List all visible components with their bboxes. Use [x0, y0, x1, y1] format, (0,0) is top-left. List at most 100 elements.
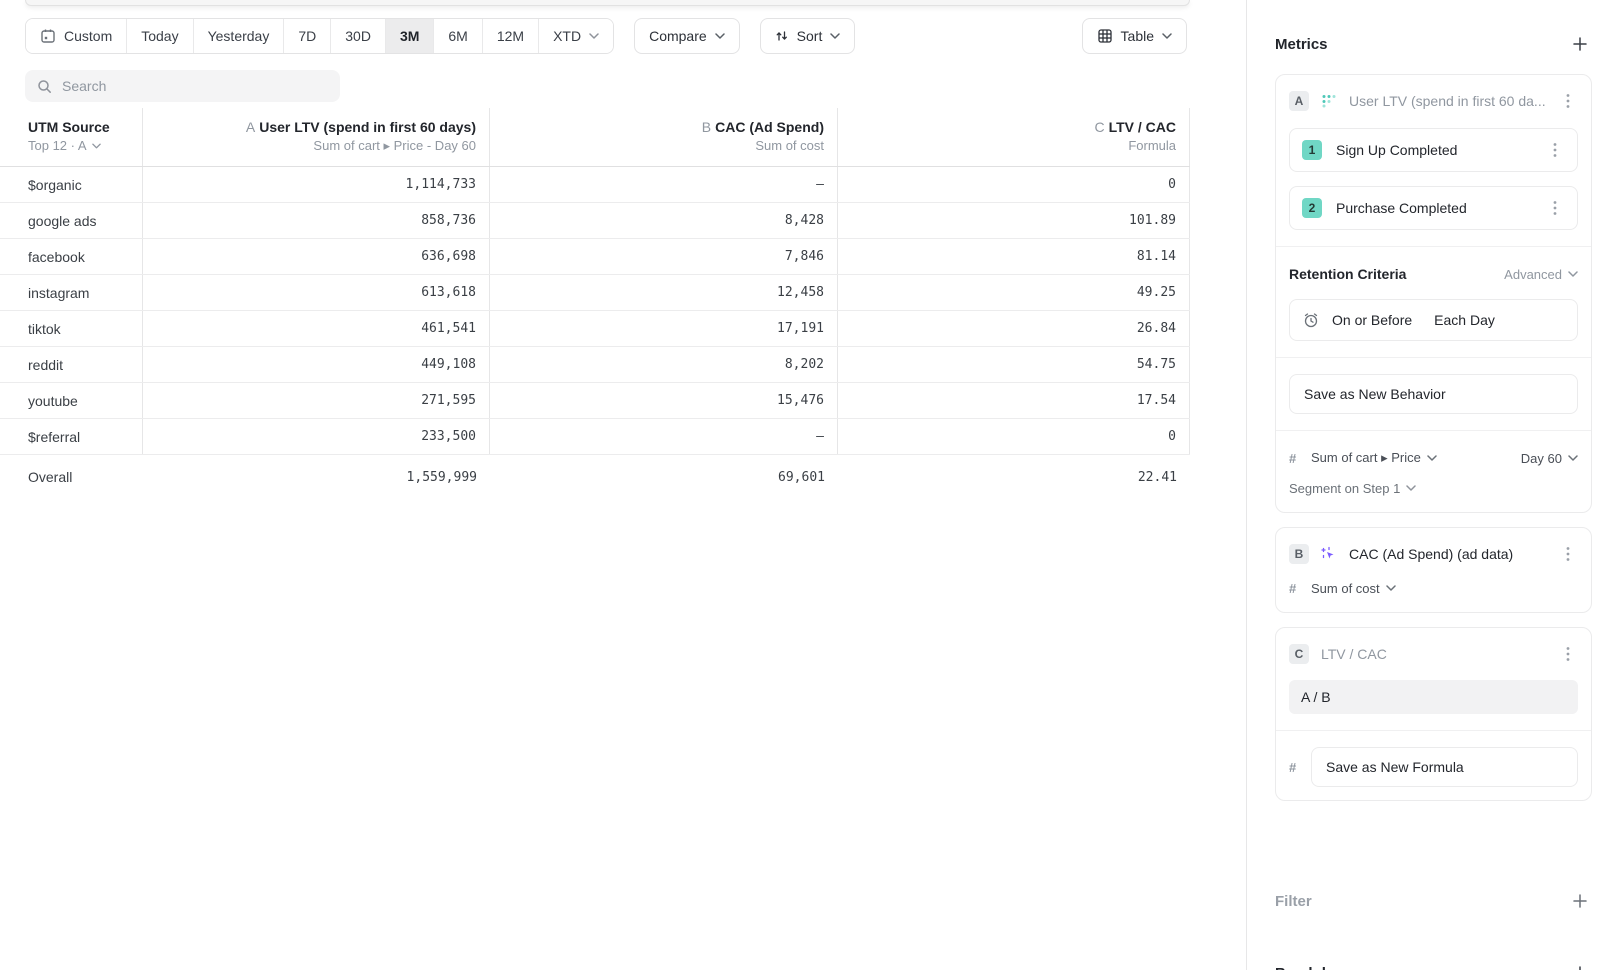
overall-cac: 69,601 — [490, 455, 838, 499]
event-step-1[interactable]: 1 Sign Up Completed — [1289, 128, 1578, 172]
column-subtitle: Formula — [1128, 138, 1176, 153]
date-range-30d[interactable]: 30D — [331, 19, 386, 53]
metric-letter-badge: C — [1289, 644, 1309, 664]
metric-b-title[interactable]: CAC (Ad Spend) (ad data) — [1349, 546, 1546, 562]
save-behavior-button[interactable]: Save as New Behavior — [1289, 374, 1578, 414]
segment-dropdown[interactable]: Segment on Step 1 — [1289, 477, 1578, 499]
table-row[interactable]: $referral 233,500 – 0 — [0, 419, 1190, 455]
cell-cac: – — [490, 167, 838, 202]
scrolled-card-edge — [25, 0, 1190, 6]
table-row[interactable]: facebook 636,698 7,846 81.14 — [0, 239, 1190, 275]
sort-button[interactable]: Sort — [760, 18, 856, 54]
cell-utm-source: reddit — [0, 347, 143, 382]
chevron-down-icon — [1427, 455, 1437, 461]
column-header-utm-source[interactable]: UTM Source Top 12 · A — [0, 108, 143, 166]
filter-header: Filter — [1275, 889, 1592, 913]
cell-utm-source: facebook — [0, 239, 143, 274]
overall-label: Overall — [0, 455, 143, 499]
kebab-menu-icon[interactable] — [1558, 644, 1578, 664]
table-row[interactable]: $organic 1,114,733 – 0 — [0, 167, 1190, 203]
search-input-wrapper — [25, 70, 340, 102]
metrics-title: Metrics — [1275, 36, 1328, 53]
add-metric-button[interactable] — [1568, 32, 1592, 56]
toolbar: Custom Today Yesterday 7D 30D 3M 6M 12M … — [25, 18, 1222, 54]
aggregation-row: # Sum of cost — [1289, 577, 1578, 599]
behavior-metric-icon — [1321, 93, 1337, 109]
table-header-row: UTM Source Top 12 · A AUser LTV (spend i… — [0, 108, 1190, 166]
event-label: Sign Up Completed — [1336, 142, 1531, 158]
retention-mode-dropdown[interactable]: Advanced — [1504, 267, 1578, 282]
date-range-3m[interactable]: 3M — [386, 19, 434, 53]
date-range-xtd[interactable]: XTD — [539, 19, 613, 53]
divider — [1276, 357, 1591, 358]
date-range-6m[interactable]: 6M — [434, 19, 482, 53]
table-row[interactable]: reddit 449,108 8,202 54.75 — [0, 347, 1190, 383]
metric-a-header: A User LTV (spend in first 60 da... — [1289, 88, 1578, 114]
date-range-label: 30D — [345, 28, 371, 44]
column-letter: B — [702, 119, 711, 135]
date-range-group: Custom Today Yesterday 7D 30D 3M 6M 12M … — [25, 18, 614, 54]
table-row[interactable]: tiktok 461,541 17,191 26.84 — [0, 311, 1190, 347]
view-type-button[interactable]: Table — [1082, 18, 1187, 54]
date-range-today[interactable]: Today — [127, 19, 193, 53]
metric-a-title[interactable]: User LTV (spend in first 60 da... — [1349, 93, 1546, 109]
formula-input[interactable]: A / B — [1289, 680, 1578, 714]
retention-period[interactable]: Each Day — [1434, 312, 1495, 328]
kebab-menu-icon[interactable] — [1558, 91, 1578, 111]
aggregation-label: Sum of cart ▸ Price — [1311, 450, 1421, 466]
chevron-down-icon — [715, 33, 725, 39]
cell-user-ltv: 1,114,733 — [143, 167, 490, 202]
table-row[interactable]: youtube 271,595 15,476 17.54 — [0, 383, 1190, 419]
kebab-menu-icon[interactable] — [1545, 198, 1565, 218]
kebab-menu-icon[interactable] — [1545, 140, 1565, 160]
filter-title: Filter — [1275, 893, 1312, 910]
date-range-label: Yesterday — [208, 28, 270, 44]
cell-user-ltv: 449,108 — [143, 347, 490, 382]
add-breakdown-button[interactable] — [1568, 961, 1592, 970]
date-range-7d[interactable]: 7D — [284, 19, 331, 53]
aggregation-row: # Sum of cart ▸ Price Day 60 — [1289, 447, 1578, 469]
event-step-2[interactable]: 2 Purchase Completed — [1289, 186, 1578, 230]
aggregation-dropdown[interactable]: Sum of cost — [1311, 581, 1578, 596]
column-header-ltv-cac[interactable]: CLTV / CAC Formula — [838, 108, 1190, 166]
save-formula-button[interactable]: Save as New Formula — [1311, 747, 1578, 787]
aggregation-dropdown[interactable]: Sum of cart ▸ Price — [1311, 450, 1511, 466]
add-filter-button[interactable] — [1568, 889, 1592, 913]
column-header-cac[interactable]: BCAC (Ad Spend) Sum of cost — [490, 108, 838, 166]
cell-ltv-cac: 0 — [838, 419, 1190, 454]
metric-c-title[interactable]: LTV / CAC — [1321, 646, 1546, 662]
table-row[interactable]: instagram 613,618 12,458 49.25 — [0, 275, 1190, 311]
chevron-down-icon — [589, 33, 599, 39]
sort-arrows-icon — [775, 29, 789, 43]
numeric-property-icon: # — [1289, 451, 1301, 466]
table-row[interactable]: google ads 858,736 8,428 101.89 — [0, 203, 1190, 239]
divider — [1276, 246, 1591, 247]
date-range-label: 7D — [298, 28, 316, 44]
date-range-12m[interactable]: 12M — [483, 19, 539, 53]
search-input[interactable] — [62, 78, 328, 94]
cell-ltv-cac: 81.14 — [838, 239, 1190, 274]
table-body: $organic 1,114,733 – 0 google ads 858,73… — [0, 166, 1190, 455]
cell-cac: – — [490, 419, 838, 454]
retention-condition[interactable]: On or Before — [1332, 312, 1412, 328]
date-range-label: Today — [141, 28, 178, 44]
column-header-user-ltv[interactable]: AUser LTV (spend in first 60 days) Sum o… — [143, 108, 490, 166]
cell-user-ltv: 461,541 — [143, 311, 490, 346]
kebab-menu-icon[interactable] — [1558, 544, 1578, 564]
retention-behavior-row[interactable]: On or Before Each Day — [1289, 299, 1578, 341]
date-range-yesterday[interactable]: Yesterday — [194, 19, 285, 53]
window-dropdown[interactable]: Day 60 — [1521, 451, 1578, 466]
retention-mode-label: Advanced — [1504, 267, 1562, 282]
date-range-custom[interactable]: Custom — [26, 19, 127, 53]
column-title: UTM Source — [28, 119, 110, 135]
cell-ltv-cac: 17.54 — [838, 383, 1190, 418]
metric-c-header: C LTV / CAC — [1289, 641, 1578, 667]
metrics-header: Metrics — [1275, 32, 1592, 56]
cell-ltv-cac: 49.25 — [838, 275, 1190, 310]
compare-button[interactable]: Compare — [634, 18, 740, 54]
segment-label: Segment on Step 1 — [1289, 481, 1400, 496]
breakdown-header: Breakdown — [1275, 961, 1592, 970]
cell-user-ltv: 858,736 — [143, 203, 490, 238]
alarm-clock-icon — [1302, 311, 1320, 329]
chevron-down-icon[interactable] — [92, 143, 101, 149]
